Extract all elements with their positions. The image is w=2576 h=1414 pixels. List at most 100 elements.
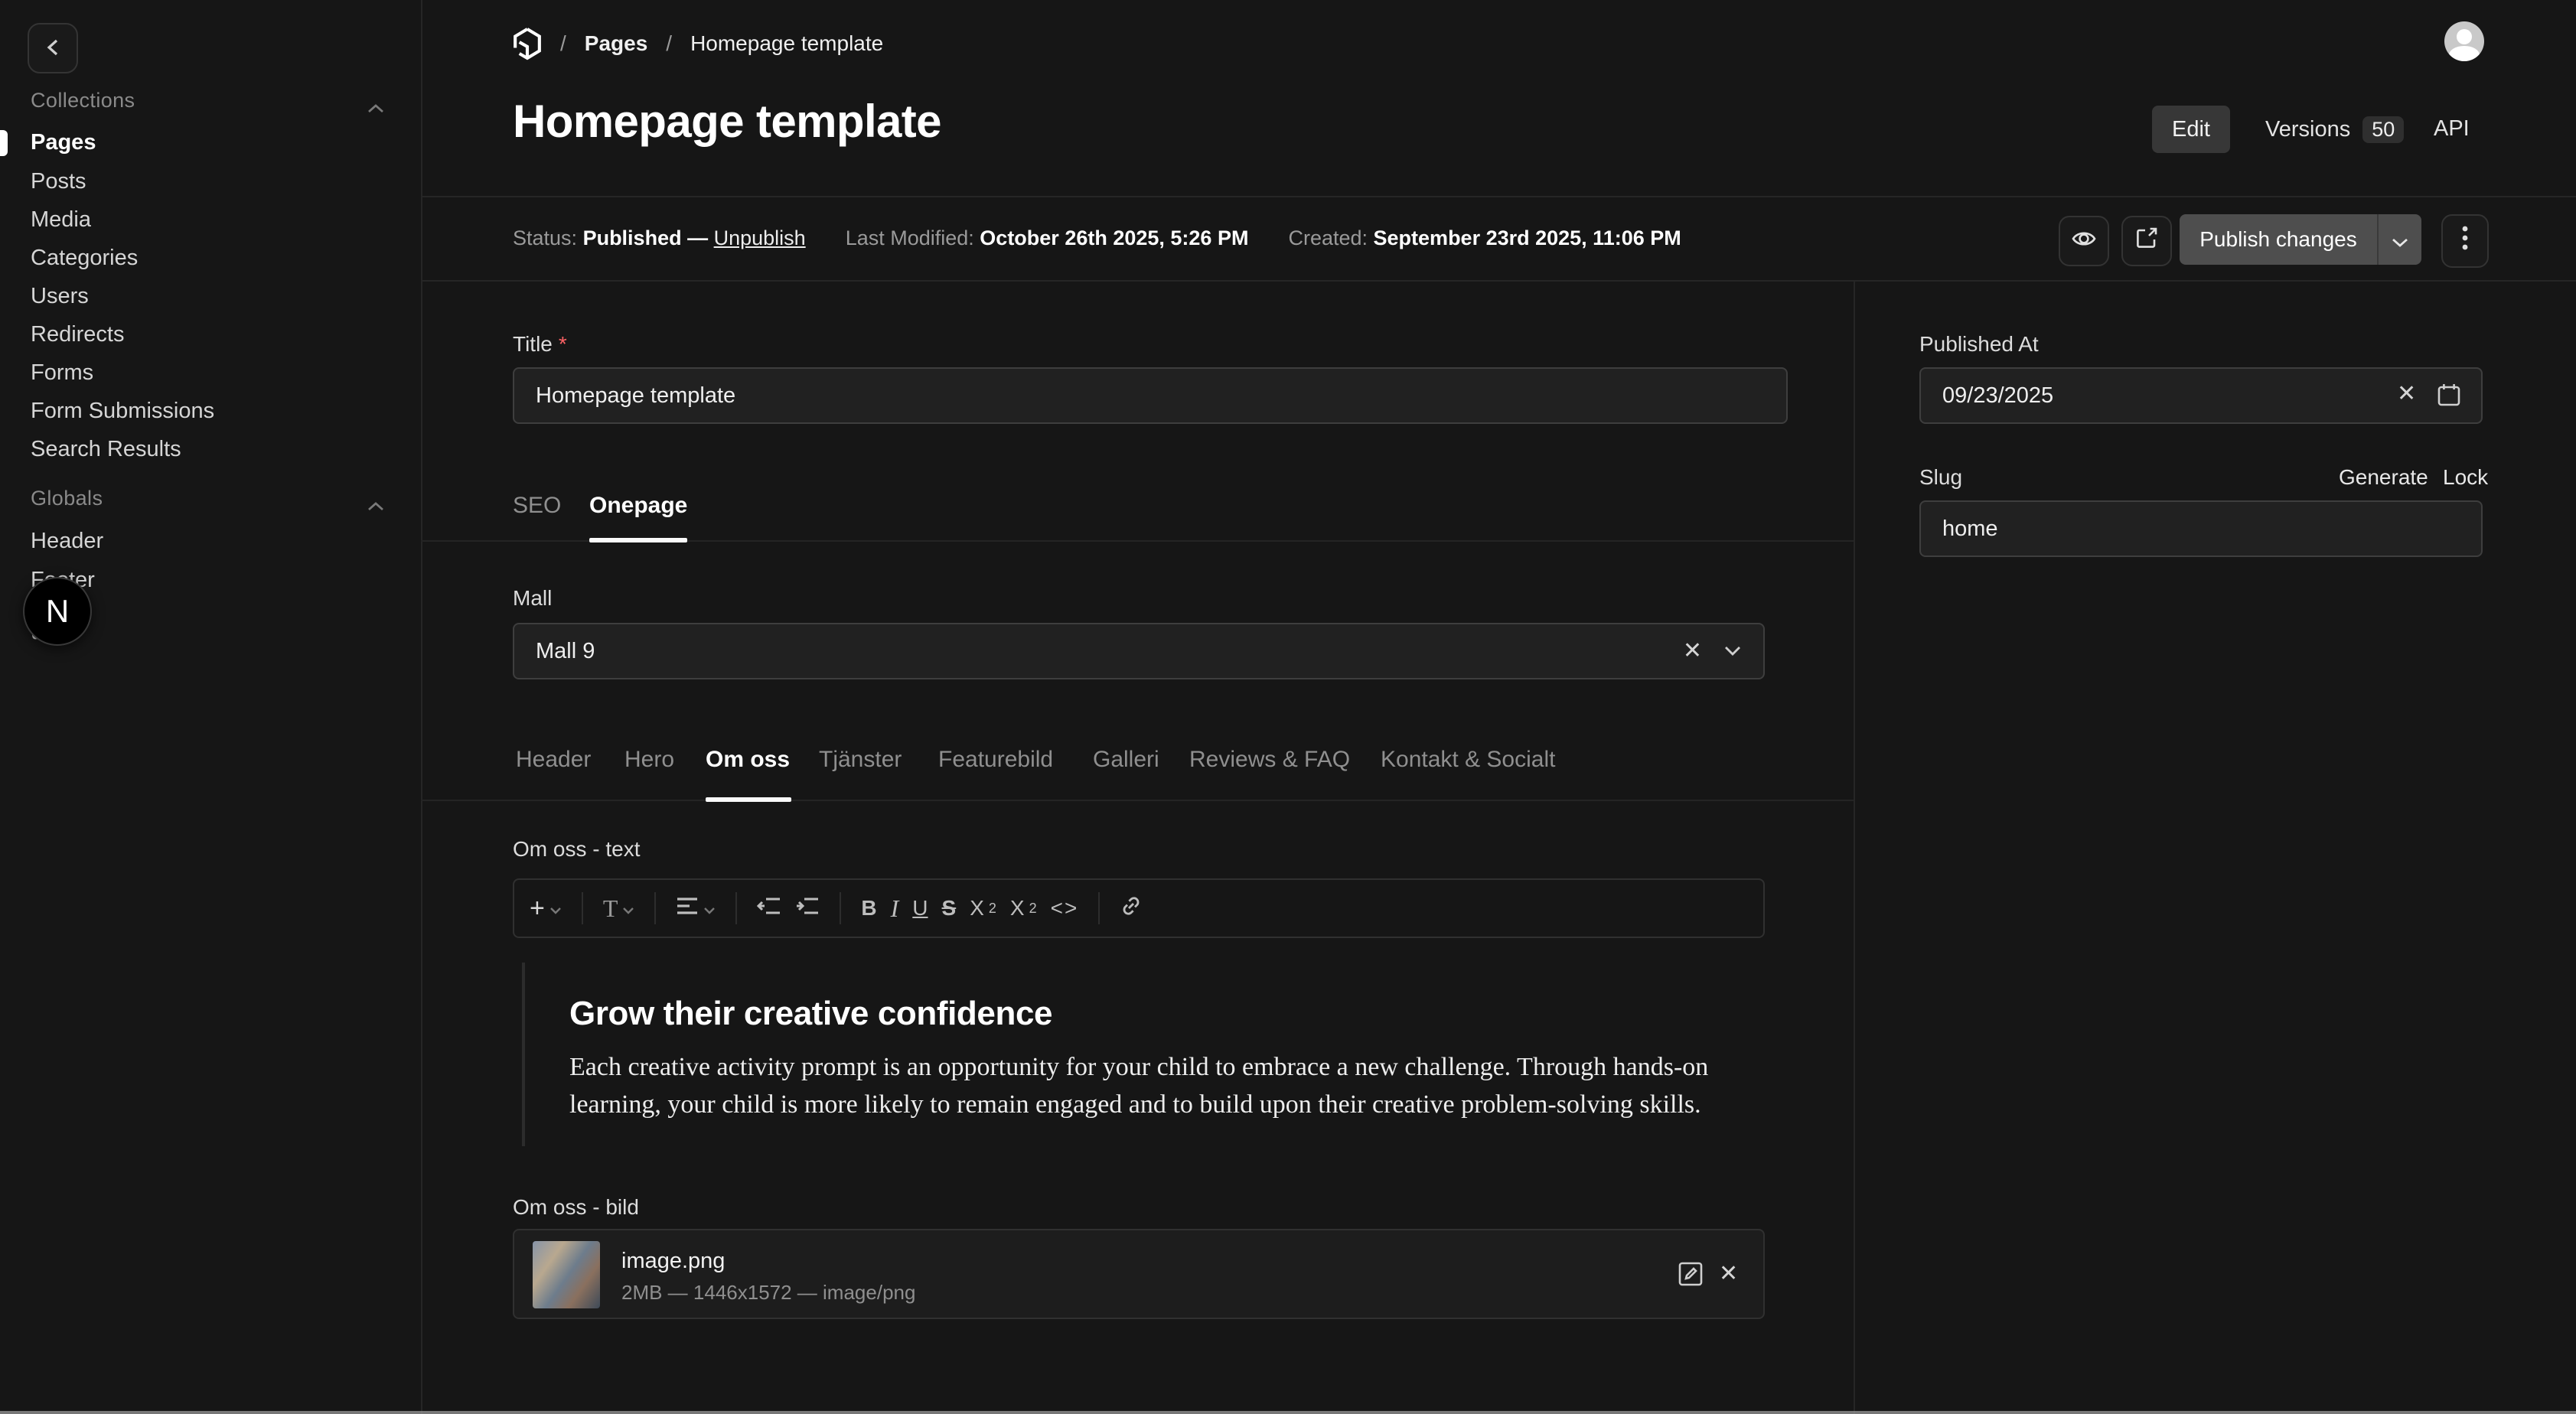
document-status-bar: Status: Published — Unpublish Last Modif… [513,226,1681,250]
mall-select-value: Mall 9 [536,639,595,664]
chevron-left-icon [46,34,60,63]
section-tab-reviews-faq[interactable]: Reviews & FAQ [1189,747,1350,773]
open-live-preview-button[interactable] [2121,216,2172,266]
strikethrough-button[interactable]: S [942,896,957,920]
user-avatar[interactable] [2444,21,2484,61]
mall-select[interactable]: Mall 9 ✕ [513,623,1765,679]
omoss-text-label: Om oss - text [513,837,640,862]
edit-upload-button[interactable] [1678,1261,1704,1293]
publish-options-button[interactable] [2377,214,2421,265]
chevron-up-icon [367,490,384,518]
slug-generate-button[interactable]: Generate [2339,465,2428,490]
section-tab-header[interactable]: Header [516,747,591,773]
sidebar-item-categories[interactable]: Categories [31,246,138,271]
slug-lock-button[interactable]: Lock [2443,465,2488,490]
section-tab-kontakt-socialt[interactable]: Kontakt & Socialt [1381,747,1555,773]
versions-tab-button[interactable]: Versions 50 [2265,116,2404,143]
status-value: Published [583,226,682,249]
created-value: September 23rd 2025, 11:06 PM [1374,226,1681,249]
nextjs-dev-badge[interactable]: N [23,577,92,646]
chevron-down-icon[interactable] [1723,645,1742,657]
remove-upload-button[interactable]: ✕ [1719,1262,1738,1285]
link-icon [1120,894,1143,923]
underline-button[interactable]: U [912,896,928,920]
eye-icon [2071,227,2097,256]
link-button[interactable] [1120,894,1143,923]
unpublish-link[interactable]: Unpublish [714,226,806,249]
italic-button[interactable]: I [891,894,899,923]
section-tab-featurebild[interactable]: Featurebild [938,747,1053,773]
title-input[interactable] [513,367,1788,424]
clear-date-button[interactable]: ✕ [2397,383,2416,406]
publish-changes-button[interactable]: Publish changes [2180,214,2377,265]
title-field-label: Title* [513,332,567,357]
chevron-down-icon [703,896,716,920]
superscript-button[interactable]: X2 [1010,896,1037,920]
sidebar-item-pages[interactable]: Pages [31,130,96,155]
upload-thumbnail[interactable] [533,1241,600,1308]
alignment-dropdown[interactable] [676,896,716,921]
toolbar-divider [582,892,583,924]
divider [421,280,2576,282]
bold-button[interactable]: B [861,896,876,920]
section-tab-om-oss[interactable]: Om oss [706,747,790,773]
preview-button[interactable] [2059,216,2109,266]
modified-label: Last Modified: [846,226,974,249]
status-group: Status: Published — Unpublish [513,226,806,250]
tab-onepage[interactable]: Onepage [589,493,687,519]
sidebar-item-posts[interactable]: Posts [31,169,86,194]
sidebar-item-header[interactable]: Header [31,529,103,554]
versions-count-badge: 50 [2362,116,2404,143]
sidebar-item-media[interactable]: Media [31,207,91,233]
api-tab-button[interactable]: API [2434,116,2470,142]
status-dash: — [687,226,708,249]
slug-input[interactable] [1919,500,2483,557]
section-tab-galleri[interactable]: Galleri [1093,747,1159,773]
subscript-button[interactable]: X2 [970,896,996,920]
text-style-dropdown[interactable]: T [603,894,635,923]
nav-group-collections[interactable]: Collections [31,89,135,112]
more-options-button[interactable] [2441,214,2489,268]
chevron-down-icon [2392,226,2408,254]
richtext-heading[interactable]: Grow their creative confidence [569,995,1052,1033]
collapse-sidebar-button[interactable] [28,23,78,73]
clear-icon[interactable]: ✕ [1683,640,1702,663]
mall-field-label: Mall [513,586,552,611]
inline-code-button[interactable]: <> [1051,896,1079,920]
section-tabs-border [421,800,1854,801]
richtext-toolbar: + T B I U S [513,878,1765,938]
sidebar-item-forms[interactable]: Forms [31,360,93,386]
sidebar-item-search-results[interactable]: Search Results [31,437,181,462]
breadcrumb-pages[interactable]: Pages [585,31,648,56]
outdent-icon [757,896,781,921]
panel-divider [1854,280,1855,1414]
required-asterisk: * [559,332,567,356]
external-link-icon [2135,226,2158,256]
richtext-paragraph[interactable]: Each creative activity prompt is an oppo… [569,1048,1760,1123]
breadcrumb-separator: / [666,31,672,56]
sidebar-item-form-submissions[interactable]: Form Submissions [31,399,214,424]
edit-tab-button[interactable]: Edit [2152,106,2230,153]
chevron-up-icon [367,92,384,120]
sidebar-item-redirects[interactable]: Redirects [31,322,125,347]
published-at-label: Published At [1919,332,2039,357]
insert-block-button[interactable]: + [530,894,562,924]
section-tab-hero[interactable]: Hero [624,747,674,773]
created-group: Created: September 23rd 2025, 11:06 PM [1288,226,1681,250]
breadcrumb-separator: / [560,31,566,56]
active-tab-indicator [589,538,687,542]
indent-button[interactable] [795,896,820,921]
sidebar-item-users[interactable]: Users [31,284,89,309]
toolbar-divider [654,892,656,924]
tab-seo[interactable]: SEO [513,493,561,519]
upload-filename[interactable]: image.png [621,1249,725,1274]
kebab-menu-icon [2462,226,2468,256]
toolbar-divider [840,892,841,924]
section-tab-tjanster[interactable]: Tjänster [819,747,902,773]
payload-logo-icon[interactable] [513,26,542,61]
upload-meta: 2MB — 1446x1572 — image/png [621,1281,915,1305]
nav-group-globals[interactable]: Globals [31,487,103,510]
outdent-button[interactable] [757,896,781,921]
calendar-icon[interactable] [2437,383,2461,407]
upload-field-card: image.png 2MB — 1446x1572 — image/png ✕ [513,1229,1765,1319]
